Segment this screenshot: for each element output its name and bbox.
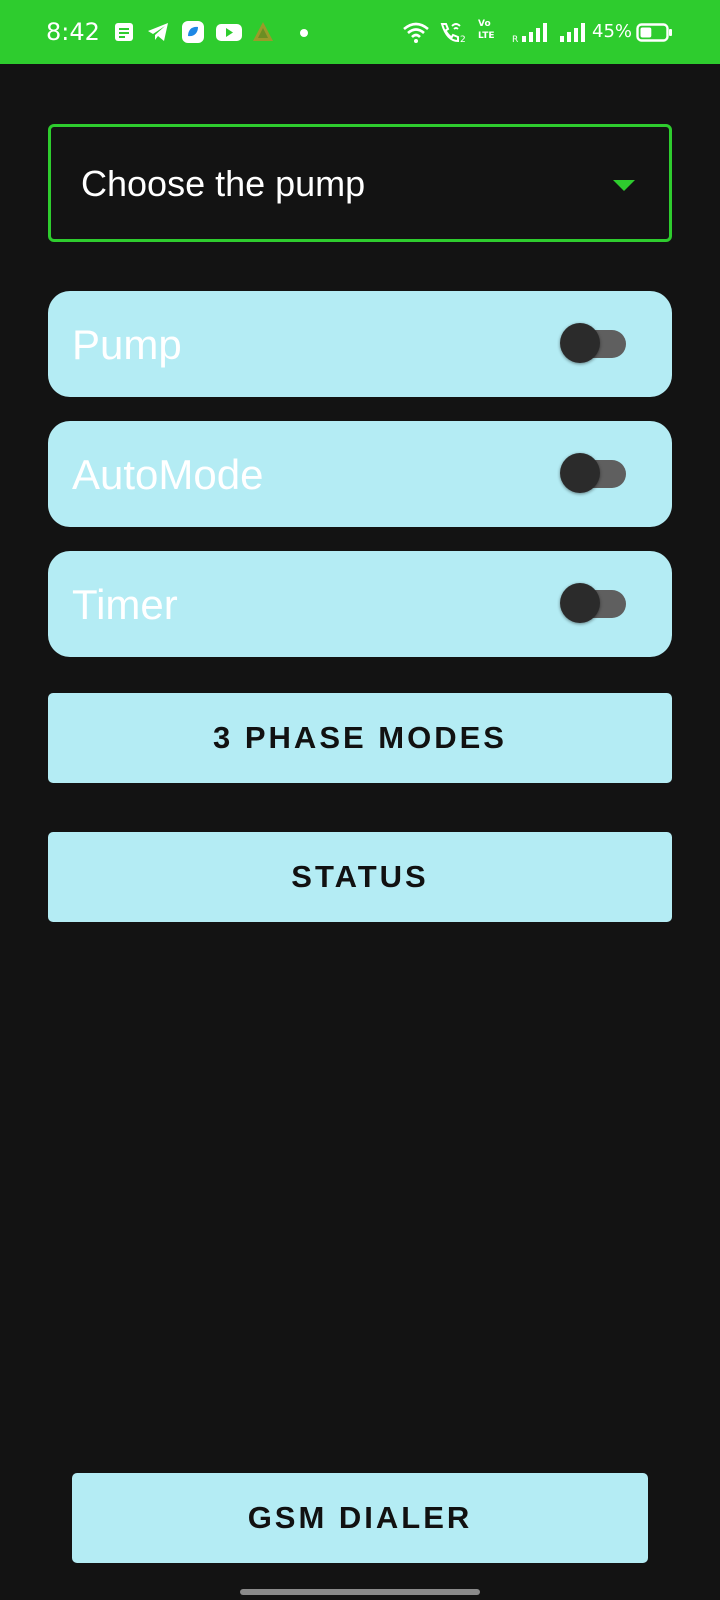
pump-switch[interactable] — [560, 323, 628, 363]
battery-icon — [636, 23, 672, 42]
dropdown-arrow-icon — [613, 180, 635, 191]
svg-text:R: R — [512, 35, 518, 44]
switch-thumb — [560, 323, 600, 363]
volte-icon: Vo LTE — [478, 19, 495, 41]
signal-roaming-icon: R — [512, 23, 547, 44]
clock-time: 8:42 — [46, 18, 100, 46]
notes-icon — [115, 23, 133, 41]
telegram-icon — [148, 23, 168, 41]
svg-text:2: 2 — [460, 35, 466, 44]
switch-thumb — [560, 583, 600, 623]
automode-toggle-card: AutoMode — [48, 421, 672, 527]
home-indicator[interactable] — [240, 1589, 480, 1595]
signal-icon — [560, 23, 585, 42]
timer-switch[interactable] — [560, 583, 628, 623]
timer-toggle-card: Timer — [48, 551, 672, 657]
automode-toggle-label: AutoMode — [72, 451, 264, 498]
pump-toggle-label: Pump — [72, 321, 182, 368]
wifi-calling-icon: 2 — [440, 23, 466, 44]
more-notifications-dot — [300, 29, 308, 37]
drive-icon — [253, 22, 273, 41]
phase-modes-button[interactable]: 3 PHASE MODES — [48, 693, 672, 783]
status-bar: 8:42 2 Vo LTE R 45% — [0, 0, 720, 64]
app-icon — [182, 21, 204, 43]
youtube-icon — [216, 24, 242, 41]
gsm-dialer-button[interactable]: GSM DIALER — [72, 1473, 648, 1563]
pump-select-dropdown[interactable]: Choose the pump — [48, 124, 672, 242]
pump-toggle-card: Pump — [48, 291, 672, 397]
status-button[interactable]: STATUS — [48, 832, 672, 922]
automode-switch[interactable] — [560, 453, 628, 493]
switch-thumb — [560, 453, 600, 493]
wifi-icon — [403, 22, 429, 43]
pump-select-label: Choose the pump — [81, 163, 366, 204]
battery-percent: 45% — [592, 21, 633, 42]
timer-toggle-label: Timer — [72, 581, 178, 628]
